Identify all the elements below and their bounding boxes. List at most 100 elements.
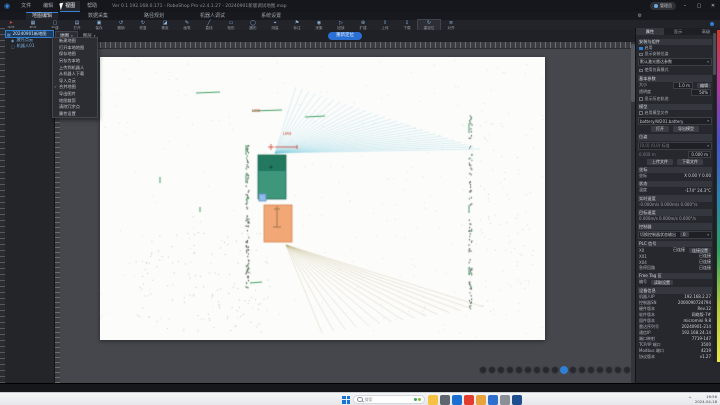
- layer-toggle-button[interactable]: [569, 366, 577, 374]
- menu-item[interactable]: 帮助: [82, 1, 102, 12]
- panel-row: 大小 1.0 m 编辑: [638, 82, 712, 89]
- toolbar-button[interactable]: ⊕ 扩建: [352, 20, 374, 31]
- toolbar-button[interactable]: ▭ 矩形: [220, 20, 242, 31]
- layer-toggle-button[interactable]: [479, 366, 487, 374]
- layer-toggle-button[interactable]: [506, 366, 514, 374]
- toolbar-button[interactable]: ▣ 保存: [88, 20, 110, 31]
- minimize-button[interactable]: –: [680, 0, 690, 12]
- toolbar-button[interactable]: ✎ 画笔: [176, 20, 198, 31]
- layer-toggle-button[interactable]: [533, 366, 541, 374]
- row-action-button[interactable]: 编辑: [697, 83, 711, 88]
- layer-toggle-button[interactable]: [605, 366, 613, 374]
- checkbox-icon[interactable]: [639, 47, 643, 51]
- toolbar-button[interactable]: ↻ 恢复: [132, 20, 154, 31]
- browser-icon[interactable]: [476, 395, 486, 405]
- up[interactable]: [18, 344, 30, 355]
- scroll-thumb[interactable]: [713, 33, 716, 75]
- layer-toggle-button[interactable]: [578, 366, 586, 374]
- toolbar-button[interactable]: ⇧ 上传: [374, 20, 396, 31]
- down[interactable]: [18, 366, 30, 377]
- layer-toggle-button[interactable]: [524, 366, 532, 374]
- toolbar-button[interactable]: ╱ 直线: [198, 20, 220, 31]
- menu-option[interactable]: ✓ 从机器人下载: [53, 71, 97, 78]
- menu-option[interactable]: ✓ 另存为本地: [53, 58, 97, 65]
- row-label: battery/W201.battery: [640, 119, 683, 124]
- menu-option[interactable]: ✓ 保存地图: [53, 51, 97, 58]
- toolbar-button[interactable]: ◉ 采集: [308, 20, 330, 31]
- layer-toggle-button[interactable]: [497, 366, 505, 374]
- turn-left[interactable]: [6, 355, 18, 366]
- layer-toggle-button[interactable]: [488, 366, 496, 374]
- roboshop-icon[interactable]: [512, 395, 522, 405]
- relocate-button[interactable]: 重新定位: [328, 32, 362, 40]
- panel-tab[interactable]: 属性: [636, 28, 664, 35]
- layer-toggle-button[interactable]: [551, 366, 559, 374]
- taskbar-clock[interactable]: 16:56 2024-04-18: [695, 395, 717, 404]
- tools-icon[interactable]: [500, 395, 510, 405]
- toolbar-button[interactable]: ⇩ 下载: [396, 20, 418, 31]
- close-button[interactable]: ✕: [708, 0, 718, 12]
- panel-row[interactable]: 显示安装位姿: [638, 51, 712, 57]
- panel-row[interactable]: 打开 导出模型: [638, 126, 712, 132]
- tray-expand-icon[interactable]: ^: [688, 397, 692, 402]
- row-action-button[interactable]: 连接设置: [689, 248, 711, 253]
- checkbox-icon[interactable]: [639, 111, 643, 115]
- toolbar-button[interactable]: ↻ 重定位: [418, 20, 440, 31]
- edge-icon[interactable]: [452, 395, 462, 405]
- layer-toggle-button[interactable]: [515, 366, 523, 374]
- stop[interactable]: [18, 355, 30, 366]
- panel-tab[interactable]: 显示: [664, 28, 692, 35]
- menu-option[interactable]: ✓ 地图裁剪: [53, 97, 97, 104]
- panel-row[interactable]: 显示历史轨迹: [638, 96, 712, 102]
- toolbar-button[interactable]: ◯ 圆形: [242, 20, 264, 31]
- menu-item[interactable]: 编辑: [38, 1, 58, 12]
- checkbox-icon[interactable]: [639, 97, 643, 101]
- panel-row[interactable]: 切换控制器状态输出 0: [638, 231, 712, 239]
- panel-row[interactable]: battery/W201.battery: [638, 117, 712, 125]
- panel-row[interactable]: [0,0] (0,0) 标准: [638, 142, 712, 150]
- park[interactable]: [6, 344, 18, 355]
- user-badge[interactable]: 管理员: [650, 2, 676, 10]
- settings-icon[interactable]: [440, 395, 450, 405]
- menu-option[interactable]: ✓ 新建地图: [53, 38, 97, 45]
- checkbox-icon[interactable]: [639, 53, 643, 57]
- maximize-button[interactable]: ▢: [694, 0, 704, 12]
- turn-right[interactable]: [30, 355, 42, 366]
- menu-option[interactable]: ✓ 清除冗余点: [53, 104, 97, 111]
- menu-option[interactable]: ✓ 属性设置: [53, 111, 97, 118]
- taskbar-search[interactable]: 搜索: [353, 395, 425, 404]
- toolbar-button[interactable]: ◪ 橡皮: [154, 20, 176, 31]
- gear-icon[interactable]: ⚙: [638, 13, 642, 19]
- panel-row[interactable]: 默认激光雷达参数: [638, 58, 712, 66]
- row-action-button[interactable]: 0: [680, 232, 689, 237]
- menu-option[interactable]: ✓ 合并地图: [53, 84, 97, 91]
- layer-toggle-button[interactable]: [596, 366, 604, 374]
- toolbar-button[interactable]: ↺ 撤销: [110, 20, 132, 31]
- layer-toggle-button[interactable]: [614, 366, 622, 374]
- map-canvas[interactable]: [100, 57, 545, 340]
- panel-row[interactable]: 使用仿真模式: [638, 67, 712, 73]
- row-action-button[interactable]: 读取设置: [651, 280, 673, 285]
- layer-toggle-button[interactable]: [560, 366, 568, 374]
- panel-row[interactable]: 上传文件 下载文件: [638, 159, 712, 165]
- settings[interactable]: [30, 366, 42, 377]
- menu-item[interactable]: 文件: [16, 1, 36, 12]
- layer-toggle-button[interactable]: [623, 366, 631, 374]
- layer-toggle-button[interactable]: [587, 366, 595, 374]
- wps-icon[interactable]: [464, 395, 474, 405]
- menu-option[interactable]: ✓ 导出图片: [53, 91, 97, 98]
- checkbox-icon[interactable]: [639, 69, 643, 73]
- toolbar-button[interactable]: ⌖ 测量: [264, 20, 286, 31]
- panel-row[interactable]: 启用模型文件: [638, 110, 712, 116]
- panel-scrollbar[interactable]: [713, 30, 716, 362]
- tree-item[interactable]: ▢ 机器人01: [6, 43, 53, 49]
- toolbar-button[interactable]: ▷ 回放: [330, 20, 352, 31]
- layer-toggle-button[interactable]: [542, 366, 550, 374]
- toolbar-button[interactable]: ⚑ 标注: [286, 20, 308, 31]
- file-explorer-icon[interactable]: [428, 395, 438, 405]
- docs-icon[interactable]: [488, 395, 498, 405]
- toolbar-button[interactable]: ▤ 打开: [66, 20, 88, 31]
- toolbar-button[interactable]: ≡ 对齐: [440, 20, 462, 31]
- windows-start-button[interactable]: [342, 396, 350, 404]
- menu-option[interactable]: ✓ 上传到机器人: [53, 64, 97, 71]
